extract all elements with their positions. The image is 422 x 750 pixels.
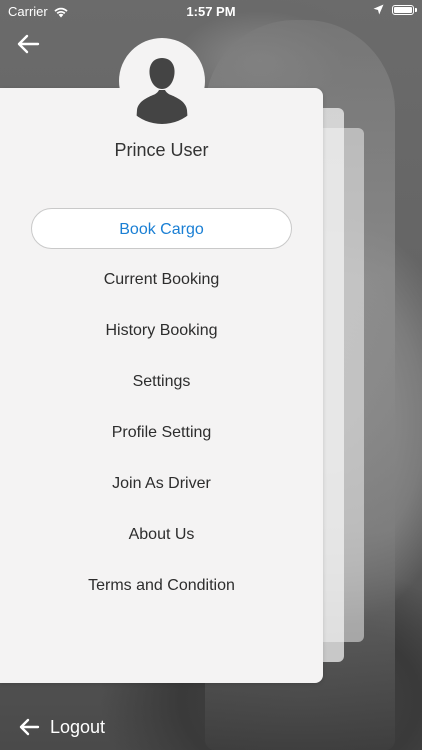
menu-item-history-booking[interactable]: History Booking: [0, 310, 323, 351]
status-bar: Carrier 1:57 PM: [0, 0, 422, 22]
menu-item-join-as-driver[interactable]: Join As Driver: [0, 463, 323, 504]
menu-item-current-booking[interactable]: Current Booking: [0, 259, 323, 300]
arrow-left-icon: [17, 34, 40, 54]
logout-label: Logout: [50, 716, 106, 737]
logout-button[interactable]: Logout: [18, 713, 105, 741]
menu-item-terms-and-condition[interactable]: Terms and Condition: [0, 565, 323, 606]
drawer-menu: Book Cargo Current Booking History Booki…: [0, 208, 323, 616]
status-right-group: [373, 4, 417, 15]
menu-item-book-cargo[interactable]: Book Cargo: [31, 208, 292, 249]
avatar[interactable]: [119, 38, 205, 124]
status-time: 1:57 PM: [186, 4, 236, 19]
menu-item-settings[interactable]: Settings: [0, 361, 323, 402]
arrow-left-icon: [19, 718, 40, 736]
user-silhouette-icon: [136, 58, 188, 124]
battery-icon: [392, 4, 417, 15]
profile-name: Prince User: [114, 140, 209, 160]
menu-item-about-us[interactable]: About Us: [0, 514, 323, 555]
menu-item-profile-setting[interactable]: Profile Setting: [0, 412, 323, 453]
location-arrow-icon: [373, 4, 384, 15]
back-button[interactable]: [16, 33, 42, 55]
